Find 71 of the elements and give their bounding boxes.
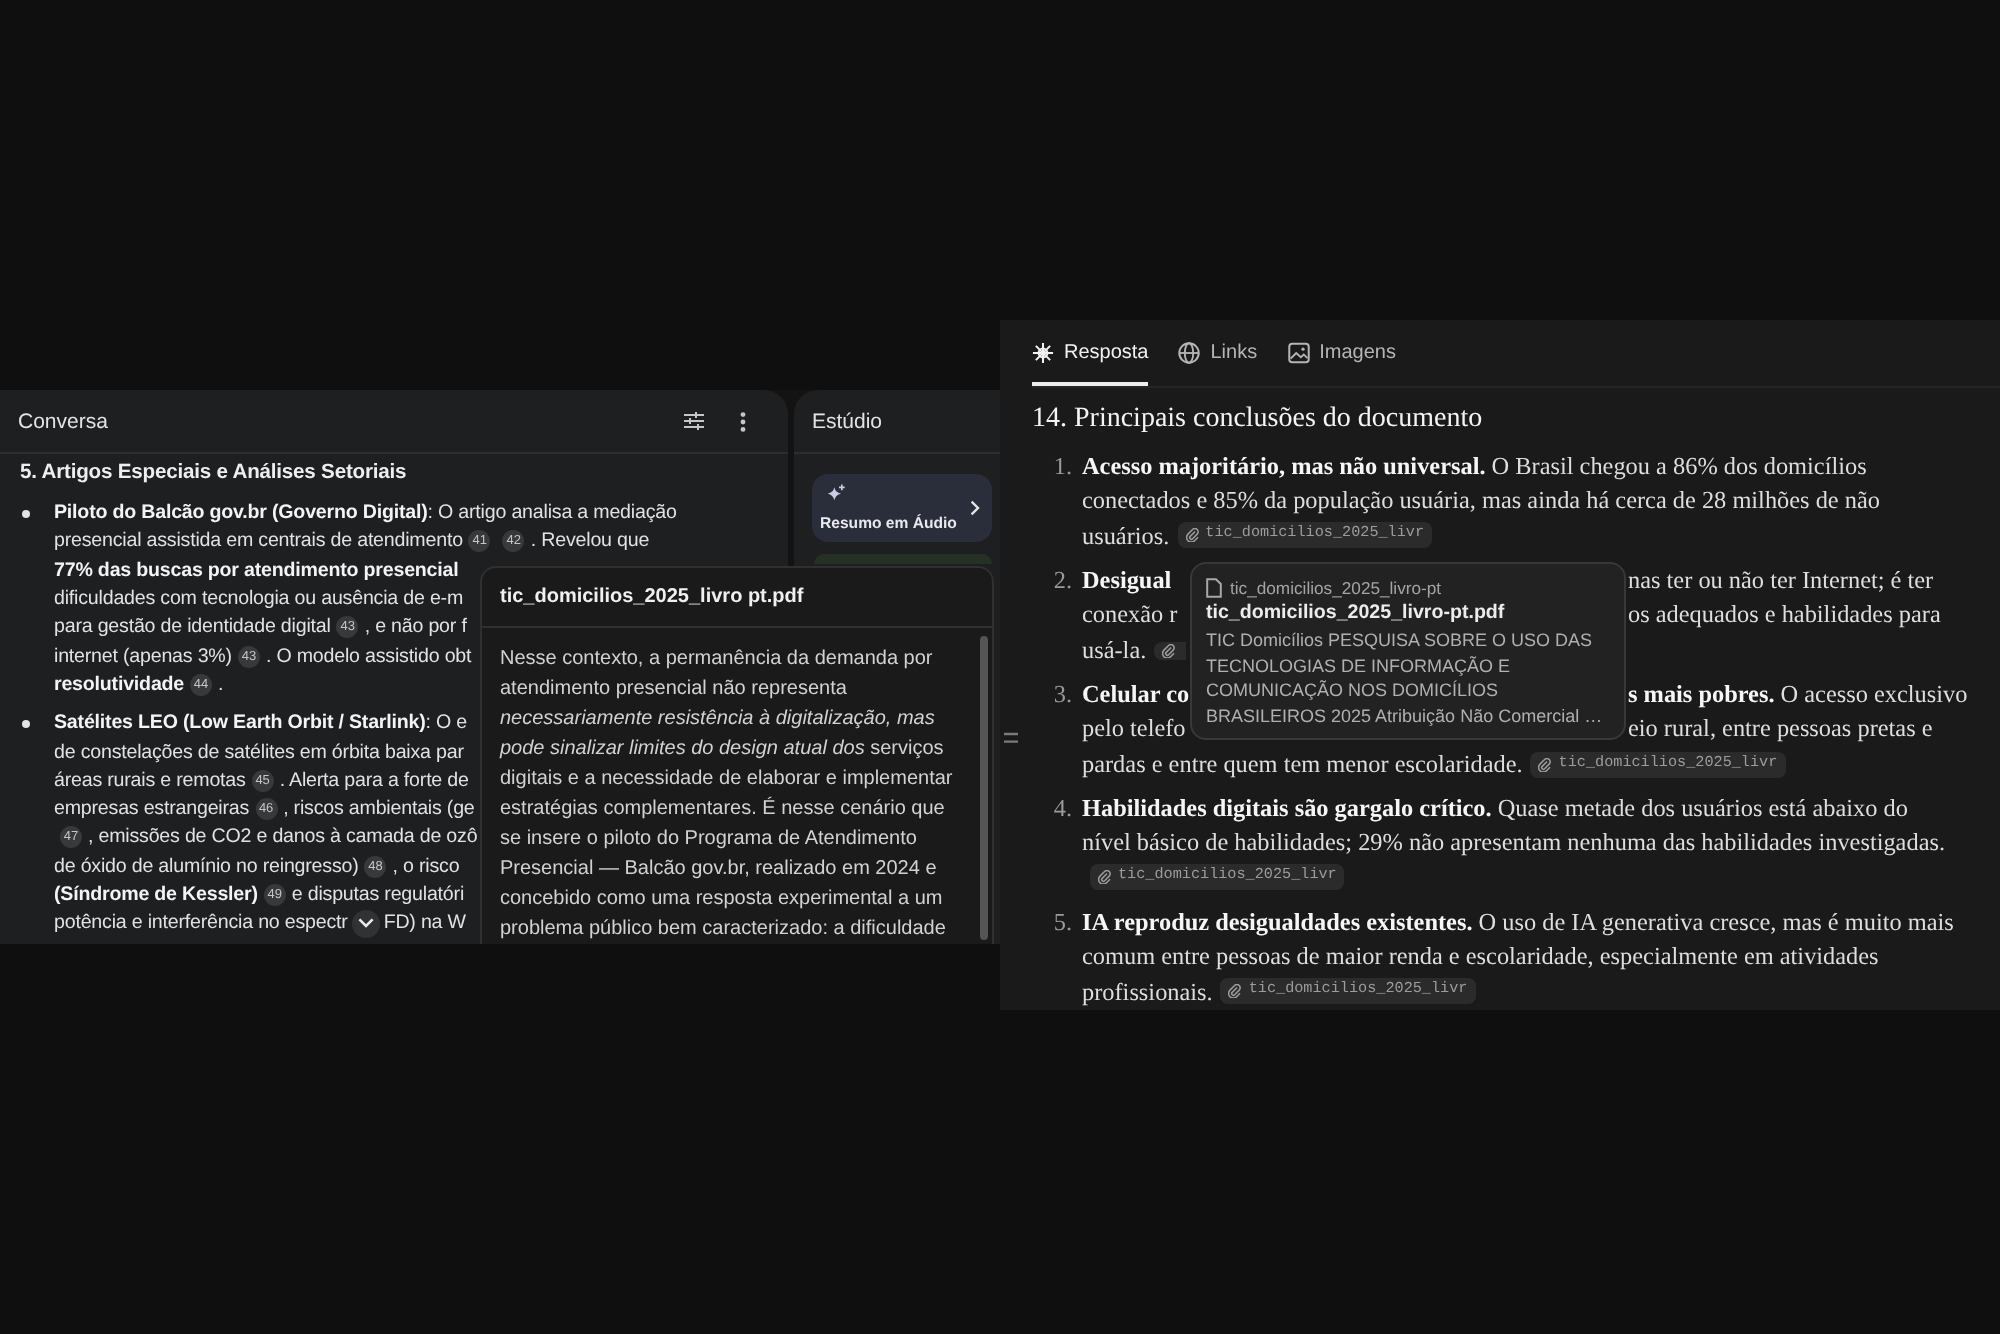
section-heading: 14. Principais conclusões do documento xyxy=(1032,402,1485,438)
section-heading: 5. Artigos Especiais e Análises Setoriais xyxy=(20,460,409,488)
list-text: os adequados e habilidades para xyxy=(1628,598,1941,632)
body-text: , emissões de CO2 e danos à camada de ozô xyxy=(88,826,478,849)
body-text: e disputas regulatóri xyxy=(291,884,465,906)
bullet-icon xyxy=(22,719,30,728)
list-text: nas ter ou não ter Internet; é ter xyxy=(1628,563,1934,597)
scroll-down-button[interactable] xyxy=(351,909,380,938)
paperclip-icon xyxy=(1228,983,1243,997)
list-text: Desigual xyxy=(1082,563,1172,598)
body-text: Piloto do Balcão gov.br (Governo Digital): O artigo analisa a mediação xyxy=(54,502,677,525)
body-text: FD) na W xyxy=(383,912,466,935)
body-text: Satélites LEO (Low Earth Orbit / Starlink): O e xyxy=(54,712,468,735)
body-text: de óxido de alumínio no reingresso) xyxy=(54,855,359,878)
body-text: , e não por f xyxy=(364,616,467,639)
source-description: TIC Domicílios PESQUISA SOBRE O USO DAS TECNOLOGIAS DE INFORMAÇÃO E COMUNICAÇÃO NOS DOMICÍLIOS BRASILEIROS 2025 Atribuição Não Comercial … xyxy=(1206,628,1605,728)
list-number: 4. xyxy=(1051,791,1074,825)
list-number: 5. xyxy=(1051,905,1074,939)
body-text: . O modelo assistido obt xyxy=(265,645,472,668)
body-text: potência e interferência no espectr xyxy=(54,912,348,935)
body-text: para gestão de identidade digital xyxy=(54,616,331,639)
list-number: 3. xyxy=(1051,677,1074,711)
body-text: . Revelou que xyxy=(530,530,650,553)
asterisk-icon xyxy=(1032,342,1054,364)
body-text: empresas estrangeiras xyxy=(54,798,250,821)
list-number: 2. xyxy=(1051,563,1074,597)
tab[interactable]: Links xyxy=(1178,320,1258,386)
drag-handle-icon[interactable] xyxy=(1004,732,1018,744)
globe-icon xyxy=(1178,342,1201,364)
sparkle-icon xyxy=(826,484,846,504)
popover-text: Nesse contexto, a permanência da demanda por atendimento presencial não representa necessariamente resistência à digitalização, mas pode sinalizar limites do design atual dos serviços digitais e a necessidade de elaborar e implementar estratégias complementares. É nesse cenário que se insere o piloto do Programa de Atendimento Presencial — Balcão gov.br, realizado em 2024 e concebido como uma resposta experimental a um problema público bem caracterizado: a dificuldade xyxy=(500,646,955,944)
panel-title: Conversa xyxy=(18,409,110,433)
more-icon[interactable] xyxy=(740,411,746,431)
source-name: tic_domicilios_2025_livro-pt xyxy=(1230,576,1442,600)
document-icon xyxy=(1206,578,1222,598)
list-text: eio rural, entre pessoas pretas e xyxy=(1628,712,1933,746)
body-text: de constelações de satélites em órbita baixa par xyxy=(54,741,464,764)
paperclip-icon xyxy=(1162,643,1177,658)
paperclip-icon xyxy=(1098,869,1112,883)
paperclip-icon xyxy=(1185,527,1200,541)
tab[interactable]: Resposta xyxy=(1032,320,1149,386)
paperclip-icon xyxy=(1538,757,1553,772)
popover-title: tic_domicilios_2025_livro pt.pdf xyxy=(500,586,804,608)
list-text: usá-la. xyxy=(1082,633,1147,667)
body-text: resolutividade xyxy=(54,673,185,696)
chevron-down-icon xyxy=(357,918,374,929)
list-text: conexão r xyxy=(1082,598,1178,632)
chevron-right-icon xyxy=(970,500,980,516)
body-text: 77% das buscas por atendimento presencial xyxy=(54,559,459,582)
body-text: . xyxy=(218,673,224,696)
image-icon xyxy=(1287,342,1310,364)
body-text: . Alerta para a forte de xyxy=(279,769,469,792)
scrollbar[interactable] xyxy=(980,636,988,940)
body-text: (Síndrome de Kessler) xyxy=(54,884,258,906)
list-text: s mais pobres. O acesso exclusivo xyxy=(1628,677,1968,712)
tab[interactable]: Imagens xyxy=(1287,320,1396,386)
body-text: áreas rurais e remotas xyxy=(54,769,246,792)
sliders-icon[interactable] xyxy=(684,412,704,430)
body-text: dificuldades com tecnologia ou ausência de e-m xyxy=(54,588,464,611)
list-text: Celular co xyxy=(1082,677,1190,711)
body-text: , riscos ambientais (ge xyxy=(283,798,475,821)
source-title: tic_domicilios_2025_livro-pt.pdf xyxy=(1206,600,1507,628)
panel-title: Estúdio xyxy=(812,409,883,433)
bullet-icon xyxy=(22,509,30,517)
body-text: presencial assistida em centrais de atendimento xyxy=(54,530,463,553)
citation-chip[interactable] xyxy=(1154,641,1187,660)
list-number: 1. xyxy=(1051,449,1074,483)
body-text: internet (apenas 3%) xyxy=(54,645,232,668)
list-text: pardas e entre quem tem menor escolaridade. xyxy=(1082,747,1523,782)
body-text: , o risco xyxy=(392,855,460,878)
list-text: pelo telefo xyxy=(1082,712,1186,746)
